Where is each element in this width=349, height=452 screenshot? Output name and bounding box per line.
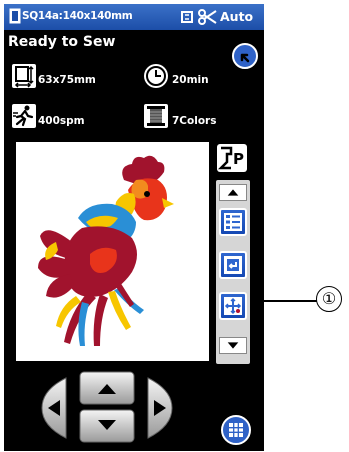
callout-number: ① [316, 286, 342, 312]
grid-icon [229, 423, 243, 437]
move-design-button[interactable] [219, 292, 247, 320]
jog-right-button[interactable] [147, 377, 173, 439]
move-crosshair-icon [224, 297, 242, 315]
triangle-down-icon [227, 342, 239, 349]
presser-foot-icon: P [217, 146, 244, 170]
design-size-icon [12, 64, 36, 88]
hoop-icon [9, 8, 21, 24]
jog-down-button[interactable] [79, 409, 135, 443]
clock-icon [144, 64, 168, 88]
return-icon[interactable] [232, 43, 258, 69]
presser-foot-button[interactable]: P [217, 144, 247, 172]
rooster-embroidery-design [38, 155, 174, 346]
lcd-screen: SQ14a:140x140mm Auto Ready to Sew 63x75m… [4, 4, 264, 451]
thread-spool-icon [144, 104, 168, 128]
color-list-button[interactable] [219, 208, 247, 236]
jog-keys [41, 371, 173, 443]
color-list-icon [224, 213, 242, 231]
design-size-value: 63x75mm [38, 74, 96, 86]
grid-button[interactable] [221, 415, 251, 445]
hoop-size-label: SQ14a:140x140mm [22, 10, 133, 22]
color-count-value: 7Colors [172, 115, 217, 127]
running-speed-icon [12, 104, 36, 128]
jump-back-button[interactable] [219, 251, 247, 279]
title-bar: SQ14a:140x140mm Auto [4, 4, 264, 30]
triangle-up-icon [227, 189, 239, 196]
jog-up-button[interactable] [79, 371, 135, 405]
sewing-speed-value: 400spm [38, 115, 85, 127]
scroll-up-button[interactable] [219, 184, 247, 201]
callout-leader-line [252, 300, 317, 302]
svg-text:P: P [233, 150, 244, 168]
design-preview [16, 142, 209, 361]
jog-left-button[interactable] [41, 377, 67, 439]
jump-back-icon [224, 256, 242, 274]
side-panel [216, 180, 250, 364]
scroll-down-button[interactable] [219, 337, 247, 354]
sewing-time-value: 20min [172, 74, 209, 86]
auto-thread-cutter-icon[interactable] [180, 8, 220, 26]
auto-mode-label: Auto [220, 9, 254, 24]
status-text: Ready to Sew [8, 34, 116, 50]
